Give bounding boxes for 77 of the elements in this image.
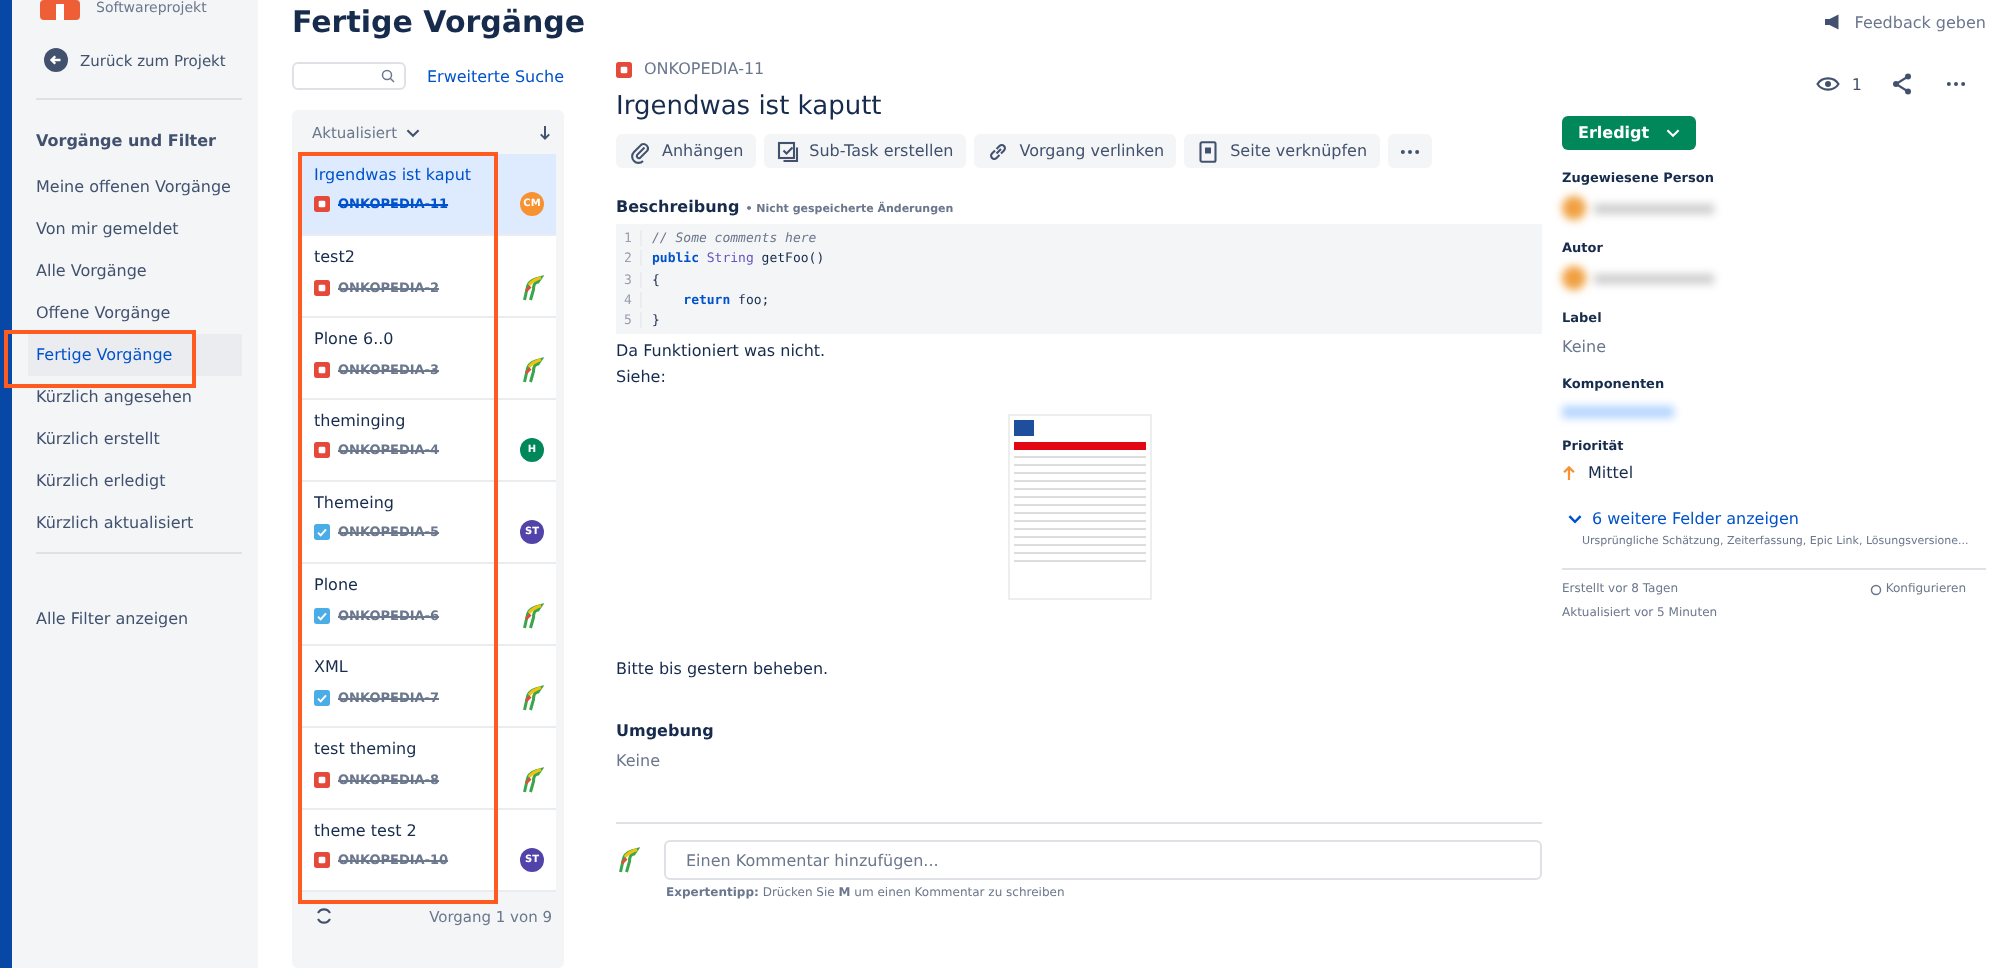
description-text: Bitte bis gestern beheben. xyxy=(616,660,831,679)
chevron-down-icon xyxy=(405,127,420,137)
action-button[interactable]: Anhängen xyxy=(616,134,756,168)
sidebar-item[interactable]: Meine offenen Vorgänge xyxy=(28,166,242,208)
chevron-down-icon xyxy=(1665,128,1680,138)
settings-icon xyxy=(1869,583,1882,595)
sort-direction-icon[interactable] xyxy=(538,123,552,141)
bug-type-icon xyxy=(616,61,632,77)
status-button[interactable]: Erledigt xyxy=(1562,116,1696,150)
environment-value: Keine xyxy=(616,752,662,771)
priority-arrow-icon xyxy=(1562,464,1576,482)
issue-title: Plone 6..0 xyxy=(314,330,396,348)
issue-title: theminging xyxy=(314,412,408,430)
task-type-icon xyxy=(314,524,330,540)
description-text: Siehe: xyxy=(616,368,668,387)
task-type-icon xyxy=(314,690,330,706)
field-value: Mittel xyxy=(1588,464,1634,482)
page-icon xyxy=(1196,139,1221,163)
kangaroo-logo-icon xyxy=(616,846,640,875)
refresh-icon[interactable] xyxy=(312,904,336,928)
all-filters-link[interactable]: Alle Filter anzeigen xyxy=(28,598,242,640)
issue-title: test2 xyxy=(314,248,357,266)
subtask-icon xyxy=(775,139,800,163)
description-text: Da Funktioniert was nicht. xyxy=(616,342,828,361)
feedback-link[interactable]: Feedback geben xyxy=(1822,10,1986,34)
advanced-search-link[interactable]: Erweiterte Suche xyxy=(426,67,564,85)
issue-key-link[interactable]: ONKOPEDIA-11 xyxy=(644,60,765,78)
bug-type-icon xyxy=(314,196,330,212)
comment-field[interactable]: Einen Kommentar hinzufügen... xyxy=(664,840,1542,881)
page-title: Fertige Vorgänge xyxy=(292,4,586,40)
environment-label: Umgebung xyxy=(616,722,716,741)
action-button[interactable]: Vorgang verlinken xyxy=(973,134,1177,168)
eye-icon[interactable] xyxy=(1815,72,1840,96)
field-value: Keine xyxy=(1562,338,1608,356)
issue-title-heading: Irgendwas ist kaputt xyxy=(616,92,884,122)
blurred-value xyxy=(1562,406,1674,418)
action-button[interactable]: Sub-Task erstellen xyxy=(763,134,966,168)
sidebar-item[interactable]: Kürzlich angesehen xyxy=(28,376,242,418)
sidebar-item[interactable]: Kürzlich erledigt xyxy=(28,460,242,502)
kangaroo-logo-icon xyxy=(520,766,544,794)
bug-type-icon xyxy=(314,442,330,458)
issue-title: Irgendwas ist kaput xyxy=(314,166,474,184)
search-icon xyxy=(380,68,397,84)
more-icon xyxy=(1399,147,1420,155)
link-icon xyxy=(985,139,1010,163)
search-field[interactable] xyxy=(292,62,407,90)
bug-type-icon xyxy=(314,280,330,296)
chevron-down-icon xyxy=(1568,514,1582,524)
bug-type-icon xyxy=(314,852,330,868)
kangaroo-logo-icon xyxy=(520,356,544,384)
watcher-count: 1 xyxy=(1851,75,1862,93)
issue-title: XML xyxy=(314,658,350,676)
description-label: Beschreibung xyxy=(616,198,740,216)
screenshot-thumbnail[interactable] xyxy=(1007,414,1151,601)
issue-title: Plone xyxy=(314,576,360,594)
section-title: Vorgänge und Filter xyxy=(36,130,218,154)
more-icon[interactable] xyxy=(1946,80,1966,88)
action-button[interactable]: Seite verknüpfen xyxy=(1184,134,1380,168)
share-icon[interactable] xyxy=(1890,72,1914,96)
sidebar-item[interactable]: Kürzlich aktualisiert xyxy=(28,502,242,544)
sidebar-item[interactable]: Von mir gemeldet xyxy=(28,208,242,250)
bug-type-icon xyxy=(314,772,330,788)
sidebar-item[interactable]: Offene Vorgänge xyxy=(28,292,242,334)
kangaroo-logo-icon xyxy=(520,274,544,302)
issue-title: theme test 2 xyxy=(314,822,419,840)
bug-type-icon xyxy=(314,362,330,378)
kangaroo-logo-icon xyxy=(520,602,544,630)
sidebar-item[interactable]: Alle Vorgänge xyxy=(28,250,242,292)
kangaroo-logo-icon xyxy=(520,684,544,712)
sidebar-item[interactable]: Fertige Vorgänge xyxy=(28,334,242,376)
issue-title: Themeing xyxy=(314,494,396,512)
paperclip-icon xyxy=(628,139,652,163)
task-type-icon xyxy=(314,608,330,624)
sidebar-item[interactable]: Kürzlich erstellt xyxy=(28,418,242,460)
more-actions-button[interactable] xyxy=(1387,134,1432,168)
issue-title: test theming xyxy=(314,740,419,758)
more-fields-link[interactable]: 6 weitere Felder anzeigen xyxy=(1562,510,1986,528)
